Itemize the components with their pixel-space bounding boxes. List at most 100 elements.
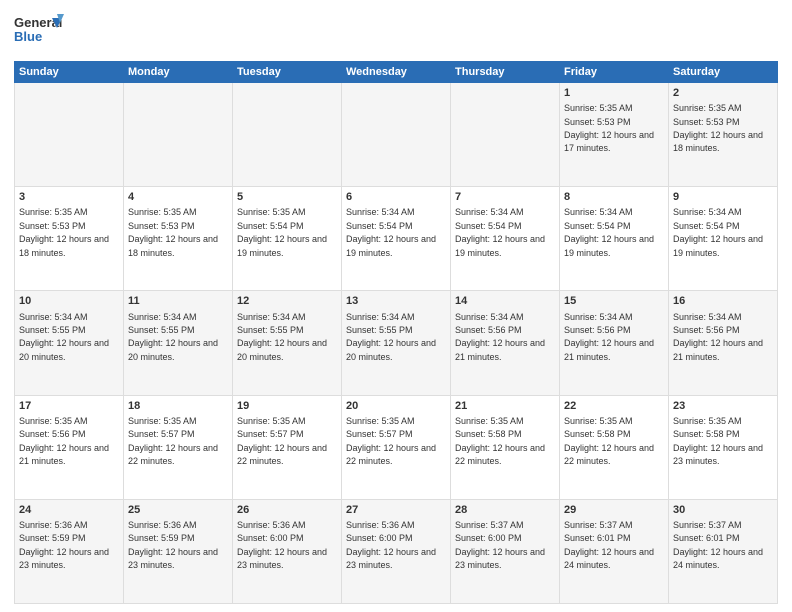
calendar-cell: 20 Sunrise: 5:35 AMSunset: 5:57 PMDayligh…	[342, 395, 451, 499]
day-number: 6	[346, 190, 446, 204]
cell-info: Sunrise: 5:37 AMSunset: 6:00 PMDaylight:…	[455, 520, 545, 570]
cell-info: Sunrise: 5:34 AMSunset: 5:55 PMDaylight:…	[19, 312, 109, 362]
calendar-cell	[451, 83, 560, 187]
day-number: 21	[455, 399, 555, 413]
cell-info: Sunrise: 5:35 AMSunset: 5:53 PMDaylight:…	[673, 103, 763, 153]
day-number: 24	[19, 503, 119, 517]
day-number: 3	[19, 190, 119, 204]
cell-info: Sunrise: 5:34 AMSunset: 5:54 PMDaylight:…	[564, 207, 654, 257]
cell-info: Sunrise: 5:35 AMSunset: 5:57 PMDaylight:…	[128, 416, 218, 466]
cell-info: Sunrise: 5:35 AMSunset: 5:58 PMDaylight:…	[673, 416, 763, 466]
day-number: 26	[237, 503, 337, 517]
calendar-cell: 25Sunrise: 5:36 AMSunset: 5:59 PMDayligh…	[124, 499, 233, 603]
calendar-cell: 16 Sunrise: 5:34 AMSunset: 5:56 PMDayligh…	[669, 291, 778, 395]
cell-info: Sunrise: 5:35 AMSunset: 5:57 PMDaylight:…	[346, 416, 436, 466]
calendar-cell: 11Sunrise: 5:34 AMSunset: 5:55 PMDayligh…	[124, 291, 233, 395]
logo-area: General Blue	[14, 10, 66, 55]
logo: General Blue	[14, 10, 66, 55]
calendar-cell: 21 Sunrise: 5:35 AMSunset: 5:58 PMDayligh…	[451, 395, 560, 499]
weekday-header: Tuesday	[233, 62, 342, 83]
calendar-cell: 29 Sunrise: 5:37 AMSunset: 6:01 PMDayligh…	[560, 499, 669, 603]
calendar-cell: 28 Sunrise: 5:37 AMSunset: 6:00 PMDayligh…	[451, 499, 560, 603]
calendar-cell: 27 Sunrise: 5:36 AMSunset: 6:00 PMDayligh…	[342, 499, 451, 603]
cell-info: Sunrise: 5:37 AMSunset: 6:01 PMDaylight:…	[564, 520, 654, 570]
calendar: SundayMondayTuesdayWednesdayThursdayFrid…	[14, 61, 778, 604]
header-row: SundayMondayTuesdayWednesdayThursdayFrid…	[15, 62, 778, 83]
weekday-header: Wednesday	[342, 62, 451, 83]
calendar-cell	[124, 83, 233, 187]
calendar-week-row: 3 Sunrise: 5:35 AMSunset: 5:53 PMDaylight…	[15, 187, 778, 291]
day-number: 28	[455, 503, 555, 517]
calendar-cell: 5 Sunrise: 5:35 AMSunset: 5:54 PMDaylight…	[233, 187, 342, 291]
calendar-cell: 22 Sunrise: 5:35 AMSunset: 5:58 PMDayligh…	[560, 395, 669, 499]
cell-info: Sunrise: 5:35 AMSunset: 5:54 PMDaylight:…	[237, 207, 327, 257]
calendar-cell: 12Sunrise: 5:34 AMSunset: 5:55 PMDayligh…	[233, 291, 342, 395]
calendar-cell: 30Sunrise: 5:37 AMSunset: 6:01 PMDayligh…	[669, 499, 778, 603]
day-number: 29	[564, 503, 664, 517]
day-number: 5	[237, 190, 337, 204]
day-number: 4	[128, 190, 228, 204]
day-number: 10	[19, 294, 119, 308]
calendar-cell: 1 Sunrise: 5:35 AMSunset: 5:53 PMDaylight…	[560, 83, 669, 187]
calendar-cell: 13 Sunrise: 5:34 AMSunset: 5:55 PMDayligh…	[342, 291, 451, 395]
cell-info: Sunrise: 5:37 AMSunset: 6:01 PMDaylight:…	[673, 520, 763, 570]
cell-info: Sunrise: 5:35 AMSunset: 5:58 PMDaylight:…	[455, 416, 545, 466]
calendar-body: 1 Sunrise: 5:35 AMSunset: 5:53 PMDaylight…	[15, 83, 778, 604]
day-number: 20	[346, 399, 446, 413]
calendar-header: SundayMondayTuesdayWednesdayThursdayFrid…	[15, 62, 778, 83]
calendar-cell: 2 Sunrise: 5:35 AMSunset: 5:53 PMDaylight…	[669, 83, 778, 187]
cell-info: Sunrise: 5:35 AMSunset: 5:57 PMDaylight:…	[237, 416, 327, 466]
day-number: 1	[564, 86, 664, 100]
day-number: 15	[564, 294, 664, 308]
calendar-week-row: 10 Sunrise: 5:34 AMSunset: 5:55 PMDayligh…	[15, 291, 778, 395]
day-number: 13	[346, 294, 446, 308]
calendar-cell	[15, 83, 124, 187]
day-number: 19	[237, 399, 337, 413]
day-number: 27	[346, 503, 446, 517]
weekday-header: Saturday	[669, 62, 778, 83]
day-number: 11	[128, 294, 228, 308]
weekday-header: Friday	[560, 62, 669, 83]
calendar-cell	[233, 83, 342, 187]
cell-info: Sunrise: 5:34 AMSunset: 5:54 PMDaylight:…	[455, 207, 545, 257]
day-number: 2	[673, 86, 773, 100]
calendar-cell	[342, 83, 451, 187]
calendar-cell: 9Sunrise: 5:34 AMSunset: 5:54 PMDaylight…	[669, 187, 778, 291]
weekday-header: Monday	[124, 62, 233, 83]
calendar-cell: 24Sunrise: 5:36 AMSunset: 5:59 PMDayligh…	[15, 499, 124, 603]
calendar-cell: 7Sunrise: 5:34 AMSunset: 5:54 PMDaylight…	[451, 187, 560, 291]
cell-info: Sunrise: 5:34 AMSunset: 5:56 PMDaylight:…	[673, 312, 763, 362]
calendar-cell: 3 Sunrise: 5:35 AMSunset: 5:53 PMDaylight…	[15, 187, 124, 291]
cell-info: Sunrise: 5:34 AMSunset: 5:56 PMDaylight:…	[564, 312, 654, 362]
cell-info: Sunrise: 5:36 AMSunset: 6:00 PMDaylight:…	[346, 520, 436, 570]
calendar-cell: 23 Sunrise: 5:35 AMSunset: 5:58 PMDayligh…	[669, 395, 778, 499]
cell-info: Sunrise: 5:35 AMSunset: 5:53 PMDaylight:…	[564, 103, 654, 153]
cell-info: Sunrise: 5:35 AMSunset: 5:53 PMDaylight:…	[19, 207, 109, 257]
day-number: 17	[19, 399, 119, 413]
day-number: 16	[673, 294, 773, 308]
svg-text:Blue: Blue	[14, 29, 42, 44]
calendar-cell: 26 Sunrise: 5:36 AMSunset: 6:00 PMDayligh…	[233, 499, 342, 603]
calendar-week-row: 17 Sunrise: 5:35 AMSunset: 5:56 PMDayligh…	[15, 395, 778, 499]
cell-info: Sunrise: 5:35 AMSunset: 5:56 PMDaylight:…	[19, 416, 109, 466]
day-number: 23	[673, 399, 773, 413]
calendar-week-row: 24Sunrise: 5:36 AMSunset: 5:59 PMDayligh…	[15, 499, 778, 603]
calendar-cell: 15 Sunrise: 5:34 AMSunset: 5:56 PMDayligh…	[560, 291, 669, 395]
weekday-header: Sunday	[15, 62, 124, 83]
calendar-cell: 18 Sunrise: 5:35 AMSunset: 5:57 PMDayligh…	[124, 395, 233, 499]
cell-info: Sunrise: 5:34 AMSunset: 5:54 PMDaylight:…	[673, 207, 763, 257]
calendar-cell: 17 Sunrise: 5:35 AMSunset: 5:56 PMDayligh…	[15, 395, 124, 499]
day-number: 8	[564, 190, 664, 204]
calendar-cell: 19 Sunrise: 5:35 AMSunset: 5:57 PMDayligh…	[233, 395, 342, 499]
day-number: 14	[455, 294, 555, 308]
cell-info: Sunrise: 5:34 AMSunset: 5:55 PMDaylight:…	[346, 312, 436, 362]
cell-info: Sunrise: 5:35 AMSunset: 5:58 PMDaylight:…	[564, 416, 654, 466]
cell-info: Sunrise: 5:34 AMSunset: 5:56 PMDaylight:…	[455, 312, 545, 362]
day-number: 25	[128, 503, 228, 517]
cell-info: Sunrise: 5:34 AMSunset: 5:54 PMDaylight:…	[346, 207, 436, 257]
page: General Blue SundayMondayTuesdayWednesda…	[0, 0, 792, 612]
day-number: 18	[128, 399, 228, 413]
day-number: 22	[564, 399, 664, 413]
cell-info: Sunrise: 5:34 AMSunset: 5:55 PMDaylight:…	[237, 312, 327, 362]
cell-info: Sunrise: 5:36 AMSunset: 6:00 PMDaylight:…	[237, 520, 327, 570]
